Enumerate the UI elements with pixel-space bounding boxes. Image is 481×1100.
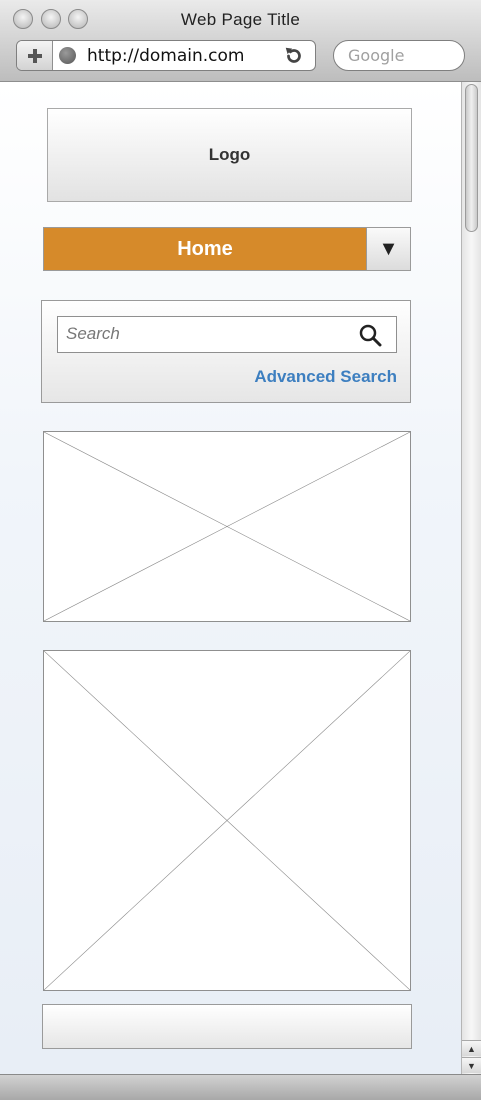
nav-home-button[interactable]: Home (44, 228, 366, 270)
browser-search-input[interactable] (348, 46, 458, 65)
url-text[interactable]: http://domain.com (87, 46, 244, 66)
logo-label: Logo (208, 145, 251, 164)
vertical-scrollbar[interactable]: ▲ ▼ (461, 82, 481, 1074)
address-bar[interactable]: http://domain.com (16, 40, 316, 71)
page-viewport: Logo Home ▼ Advanced Search (0, 82, 461, 1074)
nav-menu-toggle[interactable]: ▼ (366, 228, 410, 270)
status-bar (0, 1074, 481, 1100)
chevron-down-icon: ▼ (378, 237, 399, 260)
scrollbar-thumb[interactable] (465, 84, 478, 232)
globe-icon (59, 47, 76, 64)
scroll-down-arrow-icon[interactable]: ▼ (462, 1057, 481, 1073)
search-input[interactable] (66, 324, 346, 344)
image-placeholder-cross (44, 432, 410, 621)
reload-icon[interactable] (283, 45, 305, 67)
advanced-search-link[interactable]: Advanced Search (254, 367, 397, 387)
search-field[interactable] (57, 316, 397, 353)
search-icon[interactable] (358, 323, 382, 347)
logo[interactable]: Logo (47, 108, 412, 202)
scroll-up-arrow-icon[interactable]: ▲ (462, 1040, 481, 1056)
nav-bar: Home ▼ (43, 227, 411, 271)
image-placeholder (43, 650, 411, 991)
image-placeholder-cross (44, 651, 410, 990)
browser-search-field[interactable] (333, 40, 465, 71)
image-placeholder (43, 431, 411, 622)
search-panel: Advanced Search (41, 300, 411, 403)
window-titlebar: Web Page Title http://domain.com (0, 0, 481, 82)
plus-icon[interactable] (17, 41, 53, 70)
window-title: Web Page Title (180, 10, 301, 29)
nav-home-label: Home (177, 237, 233, 260)
footer-button[interactable] (42, 1004, 412, 1049)
